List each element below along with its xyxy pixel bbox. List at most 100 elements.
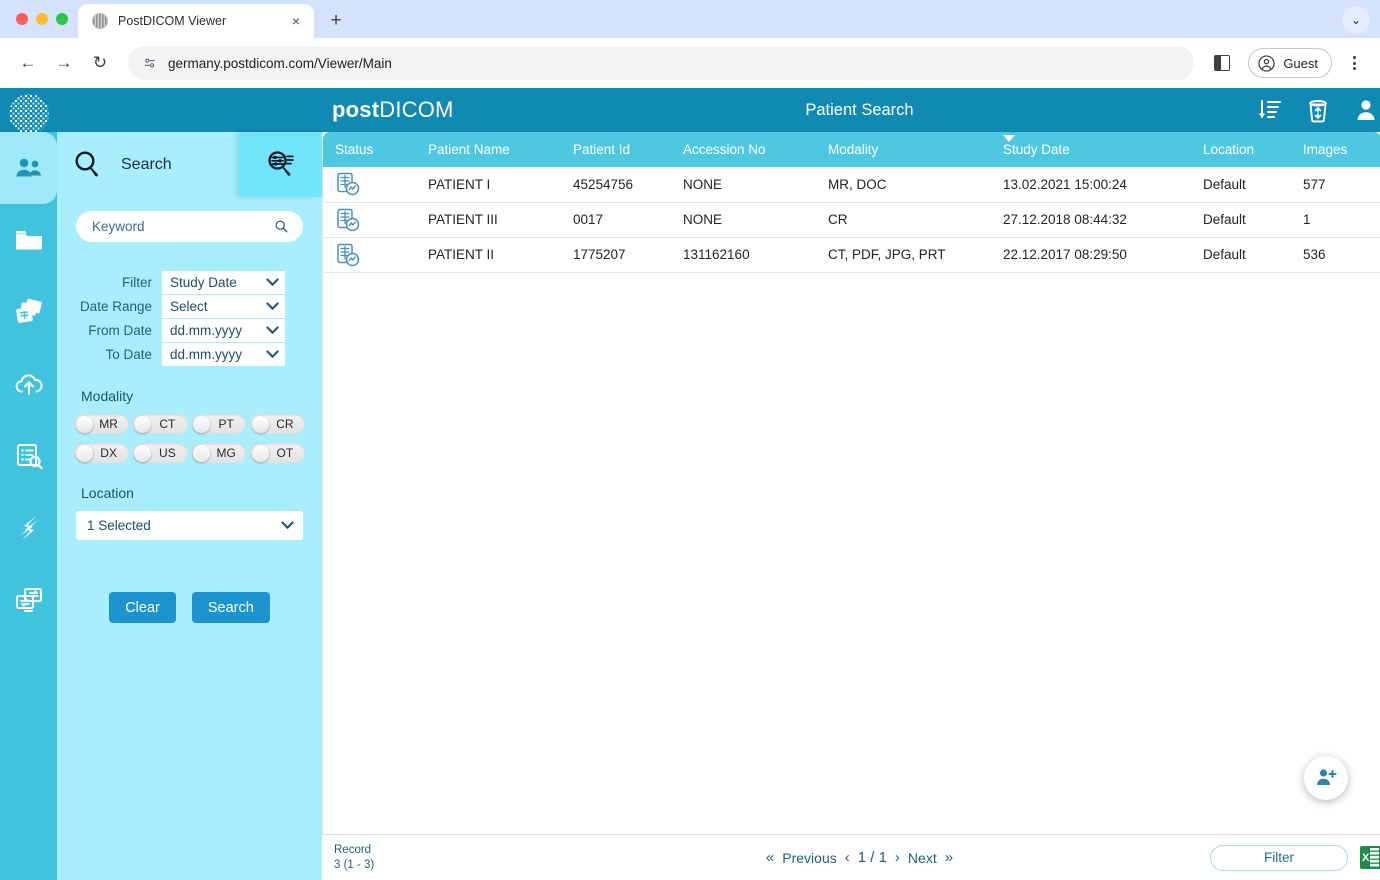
sidebar-item-patients[interactable] [0, 132, 57, 204]
column-header-status[interactable]: Status [323, 132, 416, 167]
cell-modality: CT, PDF, JPG, PRT [816, 237, 991, 273]
search-button[interactable]: Search [191, 592, 270, 623]
cell-accession-no: 131162160 [671, 237, 816, 273]
last-page-button[interactable]: » [945, 849, 953, 866]
to-date-label: To Date [105, 347, 152, 362]
reload-button[interactable]: ↻ [84, 47, 116, 79]
modality-toggle-us[interactable]: US [132, 443, 188, 463]
study-report-icon[interactable] [335, 171, 416, 197]
sidebar-item-sync[interactable] [0, 492, 57, 564]
column-header-patient-name[interactable]: Patient Name [416, 132, 561, 167]
table-row[interactable]: PATIENT II 1775207 131162160 CT, PDF, JP… [323, 237, 1380, 273]
chevron-down-icon [266, 321, 279, 335]
date-range-value: Select [170, 299, 208, 314]
kebab-dot [1352, 56, 1356, 59]
cell-patient-id: 0017 [561, 202, 671, 238]
location-select[interactable]: 1 Selected [76, 511, 303, 540]
close-window-button[interactable] [16, 13, 28, 25]
brand-wordmark: post DICOM [332, 88, 454, 132]
profile-button[interactable]: Guest [1248, 48, 1332, 78]
table-row[interactable]: PATIENT III 0017 NONE CR 27.12.2018 08:4… [323, 202, 1380, 238]
user-account-icon[interactable] [1353, 97, 1379, 123]
study-report-icon[interactable] [335, 207, 416, 233]
column-header-location[interactable]: Location [1191, 132, 1291, 167]
column-header-modality[interactable]: Modality [816, 132, 991, 167]
search-panel: Search Keyword Filter Study Date Date Ra… [57, 88, 322, 880]
add-patient-fab[interactable] [1304, 756, 1348, 800]
recycle-bin-icon[interactable] [1305, 97, 1331, 123]
previous-page-button[interactable]: Previous [782, 850, 836, 866]
clear-button[interactable]: Clear [109, 592, 176, 623]
address-bar[interactable]: germany.postdicom.com/Viewer/Main [128, 46, 1195, 80]
modality-toggle-grid: MR CT PT CR DX US MG OT [57, 414, 322, 463]
modality-toggle-pt[interactable]: PT [191, 414, 247, 434]
study-report-icon[interactable] [335, 242, 416, 268]
minimize-window-button[interactable] [36, 13, 48, 25]
address-bar-url: germany.postdicom.com/Viewer/Main [168, 55, 392, 71]
prev-chevron-icon[interactable]: ‹ [845, 849, 850, 866]
site-settings-icon[interactable] [142, 55, 158, 71]
to-date-select[interactable]: dd.mm.yyyy [162, 343, 285, 366]
avatar-icon [1258, 54, 1275, 72]
close-icon[interactable]: × [286, 11, 306, 31]
maximize-window-button[interactable] [56, 13, 68, 25]
modality-toggle-cr[interactable]: CR [250, 414, 305, 434]
cell-patient-name: PATIENT II [416, 237, 561, 273]
sort-descending-caret-icon [1003, 135, 1015, 142]
date-range-select[interactable]: Select [162, 295, 285, 318]
browser-tab[interactable]: PostDICOM Viewer × [78, 4, 314, 38]
cell-study-date: 22.12.2017 08:29:50 [991, 237, 1191, 273]
column-label: Study Date [1003, 142, 1070, 157]
keyword-input[interactable] [90, 218, 274, 235]
column-header-images[interactable]: Images [1291, 132, 1380, 167]
cell-status[interactable] [323, 167, 416, 203]
postdicom-logo-icon [8, 94, 49, 134]
modality-toggle-mg[interactable]: MG [191, 443, 247, 463]
tab-search[interactable]: Search [57, 132, 239, 197]
record-range: 3 (1 - 3) [334, 858, 375, 871]
forward-button[interactable]: → [48, 47, 80, 79]
modality-label: CR [276, 417, 294, 431]
add-user-icon [1317, 769, 1337, 785]
search-icon[interactable] [274, 219, 289, 234]
excel-export-icon[interactable]: X [1360, 846, 1380, 869]
cell-status[interactable] [323, 237, 416, 273]
sidebar-item-share-screens[interactable] [0, 564, 57, 636]
column-header-accession-no[interactable]: Accession No [671, 132, 816, 167]
table-row[interactable]: PATIENT I 45254756 NONE MR, DOC 13.02.20… [323, 167, 1380, 203]
cell-patient-id: 45254756 [561, 167, 671, 203]
cell-status[interactable] [323, 202, 416, 238]
new-tab-button[interactable]: + [322, 7, 350, 35]
modality-toggle-ct[interactable]: CT [132, 414, 188, 434]
keyword-search-box[interactable] [76, 211, 303, 242]
column-header-study-date[interactable]: Study Date [991, 132, 1191, 167]
next-chevron-icon[interactable]: › [895, 849, 900, 866]
filter-button[interactable]: Filter [1210, 844, 1348, 871]
browser-menu-button[interactable] [1340, 47, 1368, 79]
back-button[interactable]: ← [12, 47, 44, 79]
sidebar-item-studies[interactable] [0, 276, 57, 348]
sidebar-item-worklist[interactable] [0, 420, 57, 492]
side-panel-button[interactable] [1206, 47, 1238, 79]
next-page-button[interactable]: Next [908, 850, 937, 866]
brand-dicom: DICOM [379, 97, 454, 122]
first-page-button[interactable]: « [766, 849, 774, 866]
filter-row-to-date: To Date dd.mm.yyyy [57, 343, 285, 366]
sidebar-item-folders[interactable] [0, 204, 57, 276]
modality-toggle-mr[interactable]: MR [74, 414, 129, 434]
column-header-patient-id[interactable]: Patient Id [561, 132, 671, 167]
from-date-select[interactable]: dd.mm.yyyy [162, 319, 285, 342]
column-label: Images [1303, 142, 1348, 157]
chevron-down-icon[interactable]: ⌄ [1342, 6, 1370, 34]
cell-images: 536 [1291, 237, 1380, 273]
window-controls [12, 0, 78, 38]
filter-select[interactable]: Study Date [162, 271, 285, 294]
tab-advanced-search[interactable] [239, 132, 322, 197]
header-actions [1257, 88, 1379, 132]
kebab-dot [1352, 61, 1356, 65]
modality-toggle-ot[interactable]: OT [250, 443, 305, 463]
main-area: post DICOM Patient Search Status Patient… [322, 88, 1380, 880]
modality-toggle-dx[interactable]: DX [74, 443, 129, 463]
sort-descending-icon[interactable] [1257, 97, 1283, 123]
sidebar-item-upload[interactable] [0, 348, 57, 420]
